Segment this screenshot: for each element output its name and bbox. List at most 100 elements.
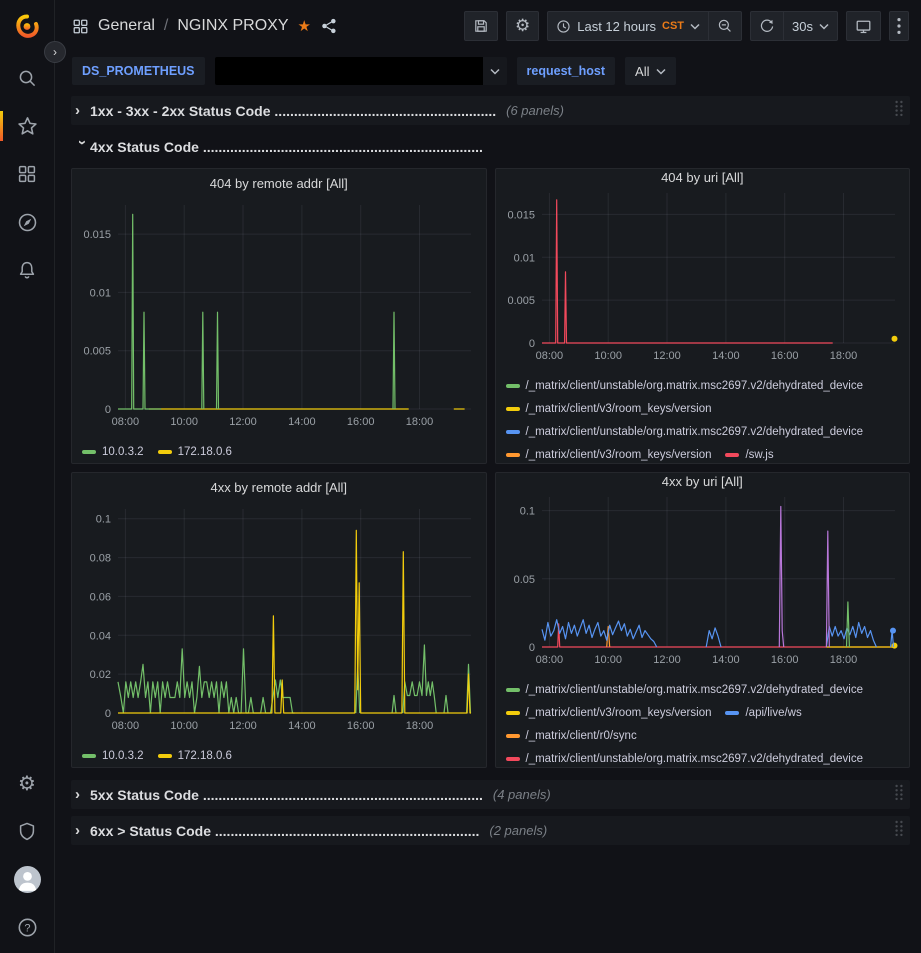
refresh-group: 30s — [750, 11, 838, 41]
panel-title[interactable]: 404 by remote addr [All] — [72, 169, 486, 197]
breadcrumb-section[interactable]: General — [98, 17, 155, 35]
legend-item[interactable]: /_matrix/client/v3/room_keys/version — [506, 401, 712, 417]
legend-item[interactable]: /_matrix/client/v3/room_keys/version — [506, 447, 712, 463]
dashboard-body: › 1xx - 3xx - 2xx Status Code ..........… — [56, 90, 921, 845]
time-series-chart[interactable]: 08:0010:0012:0014:0016:0018:0000.050.1 — [500, 489, 906, 674]
save-button[interactable] — [464, 11, 498, 41]
chevron-down-icon — [656, 68, 666, 75]
refresh-interval-picker[interactable]: 30s — [784, 11, 838, 41]
row-panel-count: (6 panels) — [506, 103, 564, 118]
svg-text:08:00: 08:00 — [112, 416, 140, 428]
help-icon[interactable]: ? — [0, 903, 55, 951]
time-series-chart[interactable]: 08:0010:0012:0014:0016:0018:0000.0050.01… — [500, 185, 906, 370]
sidebar-item-starred[interactable] — [0, 102, 55, 150]
legend-item[interactable]: /_matrix/client/r0/sync — [506, 728, 637, 744]
search-icon[interactable] — [0, 54, 55, 102]
variable-label-request-host: request_host — [517, 57, 616, 85]
svg-text:0.04: 0.04 — [90, 630, 111, 642]
shield-icon[interactable] — [0, 807, 55, 855]
svg-text:14:00: 14:00 — [712, 350, 740, 362]
svg-text:16:00: 16:00 — [347, 720, 375, 732]
svg-text:14:00: 14:00 — [712, 654, 740, 666]
drag-handle-icon[interactable] — [894, 820, 904, 842]
svg-text:0.005: 0.005 — [507, 295, 535, 307]
breadcrumb-separator: / — [164, 17, 168, 35]
svg-text:0.01: 0.01 — [513, 252, 534, 264]
avatar[interactable] — [0, 855, 55, 903]
legend-item[interactable]: 10.0.3.2 — [82, 444, 144, 460]
panel-4xx-by-uri: 4xx by uri [All] 08:0010:0012:0014:0016:… — [495, 472, 911, 768]
chevron-down-icon — [483, 68, 507, 75]
svg-text:0.1: 0.1 — [96, 514, 111, 526]
legend-item[interactable]: /_matrix/client/v3/room_keys/version — [506, 705, 712, 721]
sidebar-item-alerting[interactable] — [0, 246, 55, 294]
dashboard-settings-button[interactable]: ⚙ — [506, 11, 539, 41]
legend-item[interactable]: /api/live/ws — [725, 705, 801, 721]
kebab-menu-icon[interactable] — [889, 11, 909, 41]
tv-mode-button[interactable] — [846, 11, 881, 41]
refresh-button[interactable] — [750, 11, 784, 41]
share-icon[interactable] — [320, 17, 338, 35]
svg-text:18:00: 18:00 — [406, 416, 434, 428]
row-title: 1xx - 3xx - 2xx Status Code ............… — [90, 103, 496, 119]
svg-text:0.1: 0.1 — [519, 506, 534, 518]
row-title: 4xx Status Code ........................… — [90, 139, 483, 155]
svg-text:16:00: 16:00 — [347, 416, 375, 428]
time-series-chart[interactable]: 08:0010:0012:0014:0016:0018:0000.0050.01… — [76, 197, 482, 436]
sidebar: ⚙ ? — [0, 0, 55, 953]
svg-text:0.05: 0.05 — [513, 574, 534, 586]
time-range-picker[interactable]: Last 12 hours CST — [547, 11, 709, 41]
gear-icon[interactable]: ⚙ — [0, 759, 55, 807]
legend-item[interactable]: /_matrix/client/unstable/org.matrix.msc2… — [506, 682, 864, 698]
svg-text:10:00: 10:00 — [594, 654, 622, 666]
svg-text:?: ? — [24, 922, 30, 934]
svg-text:0.005: 0.005 — [83, 346, 111, 358]
panel-title[interactable]: 404 by uri [All] — [496, 169, 910, 185]
svg-text:10:00: 10:00 — [170, 416, 198, 428]
svg-text:16:00: 16:00 — [770, 350, 798, 362]
row-1xx-3xx-2xx[interactable]: › 1xx - 3xx - 2xx Status Code ..........… — [71, 96, 910, 125]
svg-text:08:00: 08:00 — [112, 720, 140, 732]
svg-text:0.06: 0.06 — [90, 591, 111, 603]
chevron-right-icon: › — [75, 822, 90, 839]
svg-text:12:00: 12:00 — [653, 350, 681, 362]
legend-item[interactable]: 172.18.0.6 — [158, 444, 232, 460]
variable-value-dropdown[interactable] — [215, 57, 507, 85]
row-6xx[interactable]: › 6xx > Status Code ....................… — [71, 816, 910, 845]
svg-text:16:00: 16:00 — [770, 654, 798, 666]
panel-4xx-by-remote-addr: 4xx by remote addr [All] 08:0010:0012:00… — [71, 472, 487, 768]
legend-item[interactable]: /sw.js — [725, 447, 773, 463]
time-range-label: Last 12 hours — [577, 19, 656, 34]
svg-text:12:00: 12:00 — [653, 654, 681, 666]
legend-item[interactable]: /_matrix/client/unstable/org.matrix.msc2… — [506, 378, 864, 394]
panel-title[interactable]: 4xx by remote addr [All] — [72, 473, 486, 501]
panel-404-by-remote-addr: 404 by remote addr [All] 08:00 10:00 12:00… — [71, 168, 487, 464]
svg-text:0: 0 — [105, 708, 111, 720]
page-title: NGINX PROXY — [177, 17, 288, 35]
panel-title[interactable]: 4xx by uri [All] — [496, 473, 910, 489]
legend-item[interactable]: /_matrix/client/unstable/org.matrix.msc2… — [506, 424, 864, 440]
row-title: 6xx > Status Code ......................… — [90, 823, 479, 839]
row-panel-count: (2 panels) — [489, 823, 547, 838]
svg-text:12:00: 12:00 — [229, 416, 257, 428]
drag-handle-icon[interactable] — [894, 784, 904, 806]
sidebar-item-explore[interactable] — [0, 198, 55, 246]
sidebar-expand-button[interactable]: › — [44, 41, 66, 63]
svg-text:0: 0 — [528, 642, 534, 654]
svg-text:0.02: 0.02 — [90, 669, 111, 681]
toolbar: ⚙ Last 12 hours CST — [464, 11, 909, 41]
legend-item[interactable]: 172.18.0.6 — [158, 748, 232, 764]
row-5xx[interactable]: › 5xx Status Code ......................… — [71, 780, 910, 809]
legend-item[interactable]: /_matrix/client/unstable/org.matrix.msc2… — [506, 751, 864, 767]
variable-label-ds-prometheus: DS_PROMETHEUS — [72, 57, 205, 85]
svg-text:12:00: 12:00 — [229, 720, 257, 732]
variable-value-all-dropdown[interactable]: All — [625, 57, 676, 85]
drag-handle-icon[interactable] — [894, 100, 904, 122]
star-icon[interactable]: ★ — [298, 17, 311, 35]
svg-text:0.015: 0.015 — [507, 209, 535, 221]
row-4xx[interactable]: › 4xx Status Code ......................… — [71, 132, 910, 161]
time-series-chart[interactable]: 08:0010:0012:0014:0016:0018:0000.020.040… — [76, 501, 482, 740]
legend-item[interactable]: 10.0.3.2 — [82, 748, 144, 764]
sidebar-item-dashboards[interactable] — [0, 150, 55, 198]
zoom-out-button[interactable] — [709, 11, 742, 41]
